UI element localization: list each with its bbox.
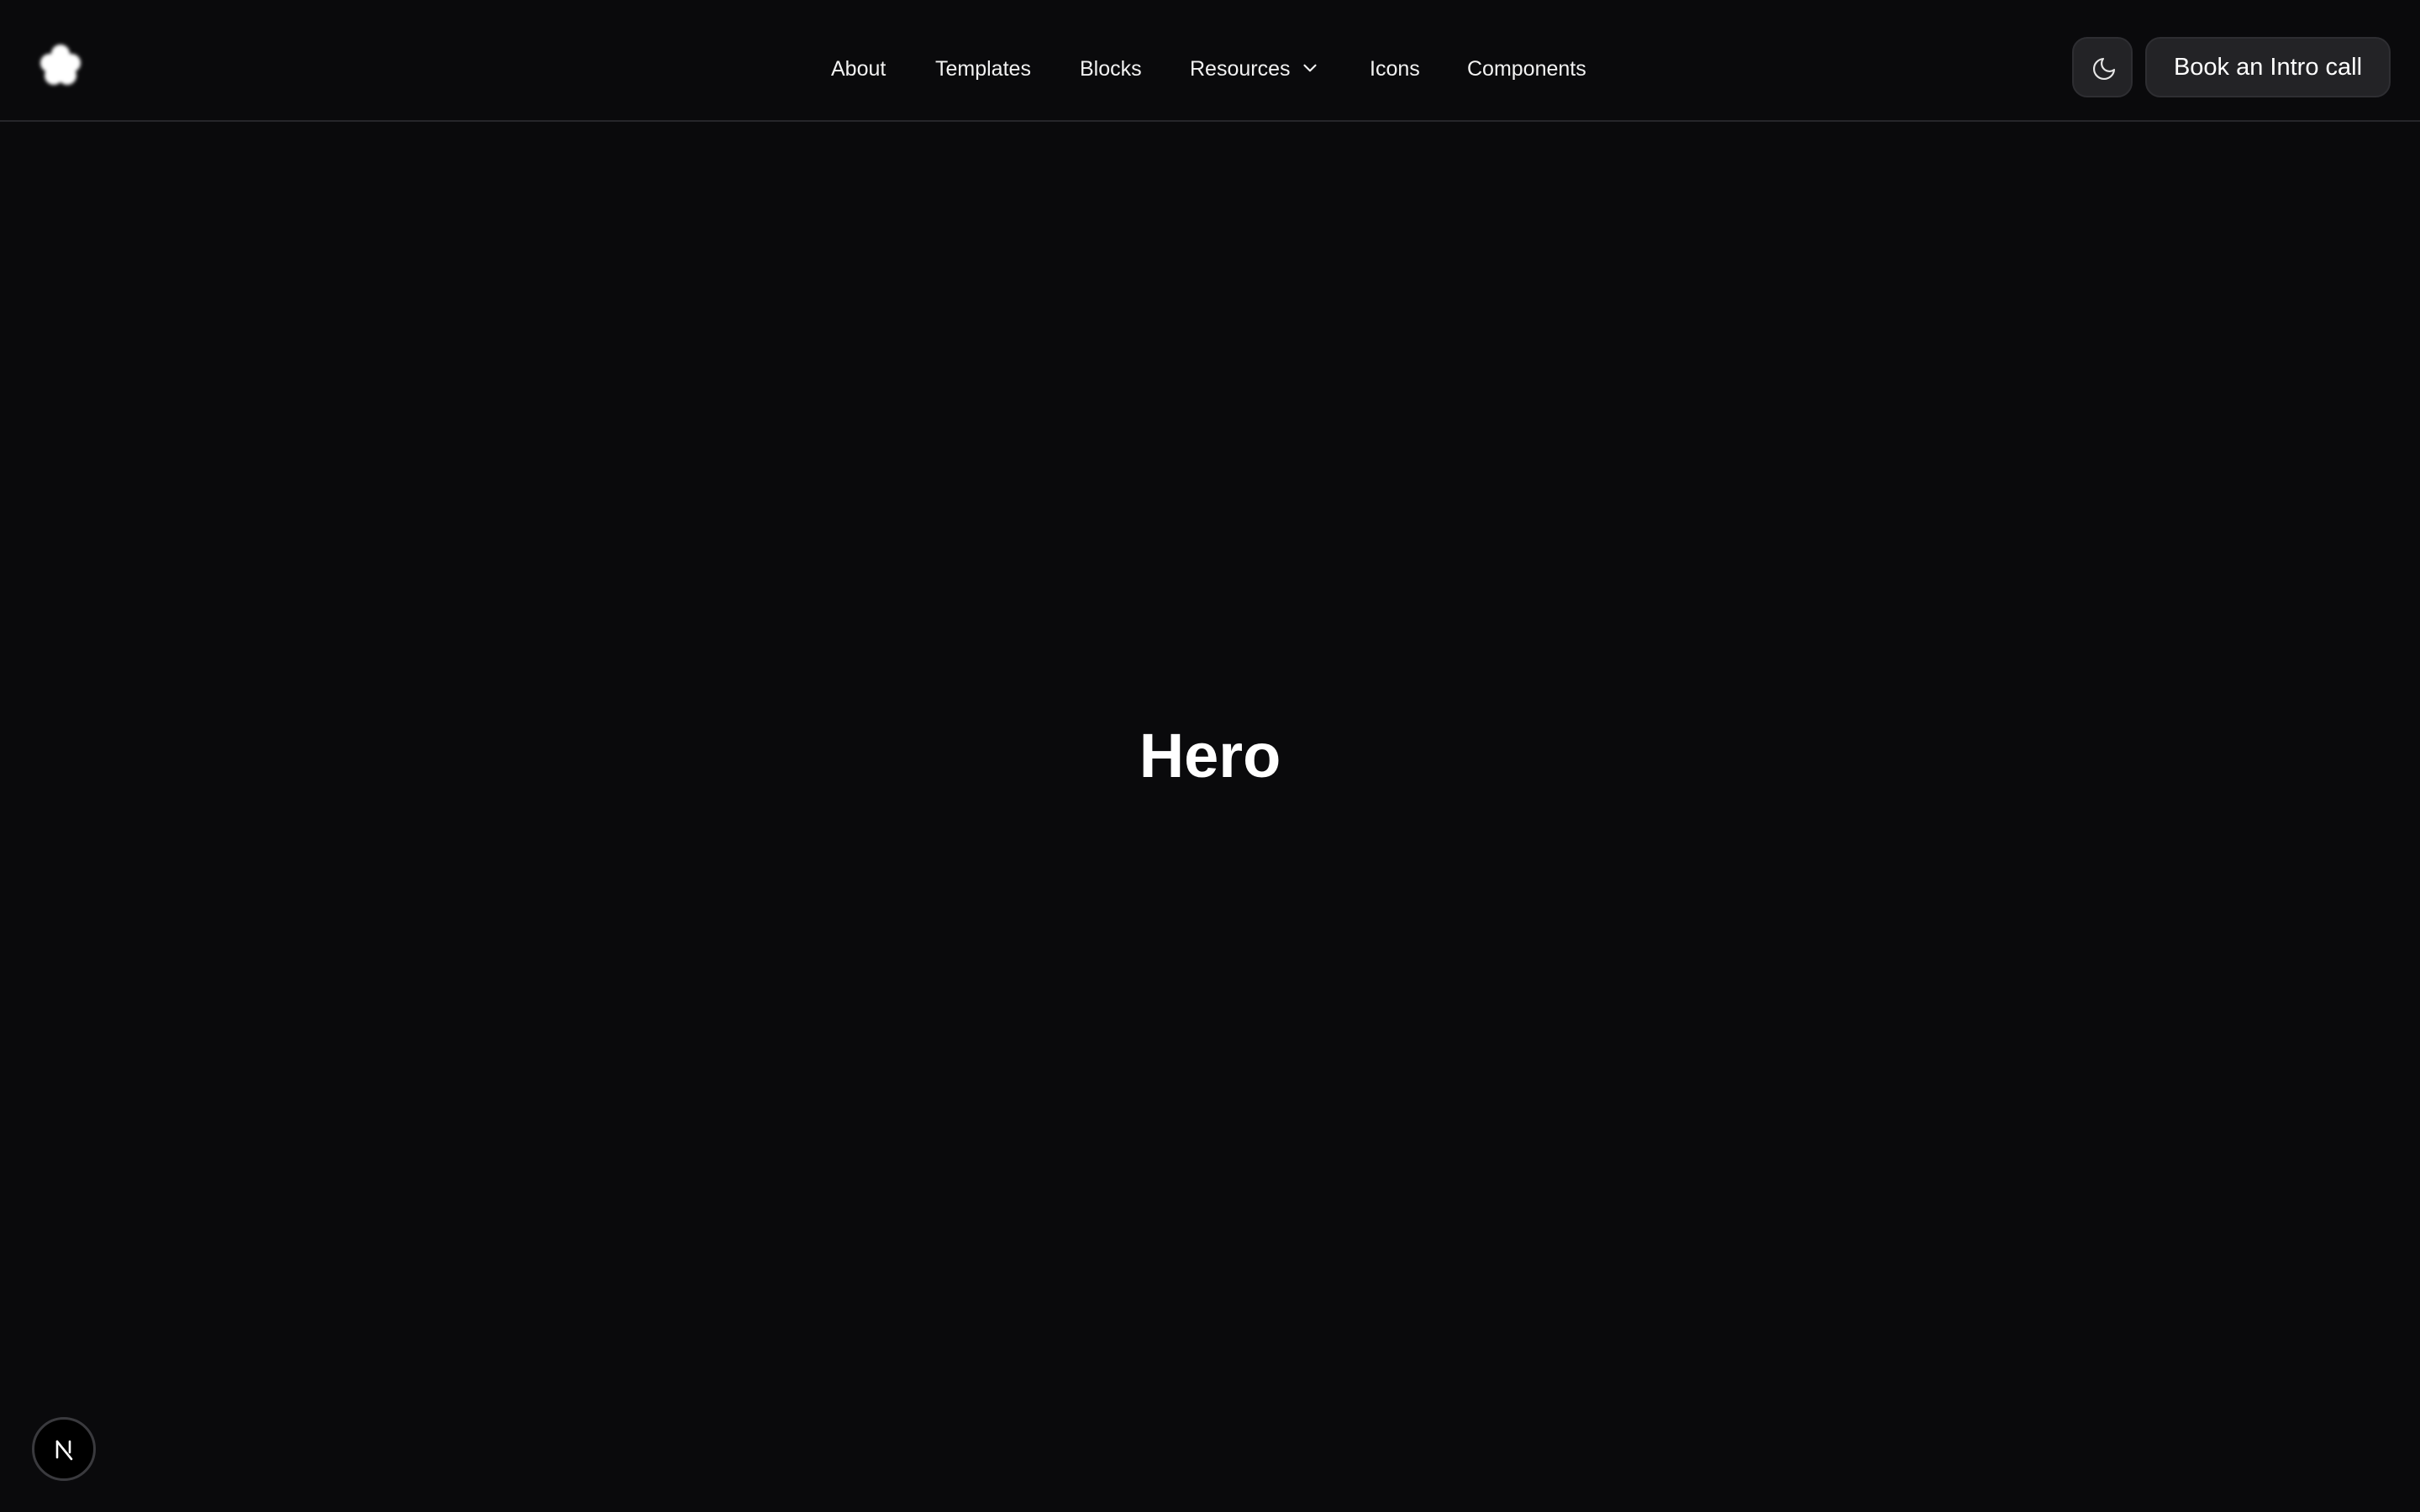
theme-toggle-button[interactable] — [2072, 37, 2133, 97]
nav-item-templates[interactable]: Templates — [935, 52, 1031, 86]
site-header: About Templates Blocks Resources Icons C… — [0, 0, 2420, 122]
book-intro-call-button[interactable]: Book an Intro call — [2145, 37, 2391, 97]
nav-item-resources-label: Resources — [1190, 57, 1291, 81]
nav-item-blocks[interactable]: Blocks — [1080, 52, 1142, 86]
site-logo[interactable] — [34, 39, 87, 92]
main-nav: About Templates Blocks Resources Icons C… — [0, 0, 2420, 122]
nav-item-resources[interactable]: Resources — [1190, 52, 1321, 86]
hero-title: Hero — [1139, 721, 1281, 790]
moon-icon — [2093, 57, 2116, 80]
nextjs-logo-icon — [55, 1440, 73, 1461]
nav-item-about[interactable]: About — [831, 52, 886, 86]
chevron-down-icon — [1299, 57, 1321, 79]
flower-logo-icon — [40, 45, 81, 85]
nextjs-dev-badge[interactable] — [32, 1417, 96, 1481]
nav-item-components[interactable]: Components — [1467, 52, 1586, 86]
nav-item-icons[interactable]: Icons — [1370, 52, 1420, 86]
